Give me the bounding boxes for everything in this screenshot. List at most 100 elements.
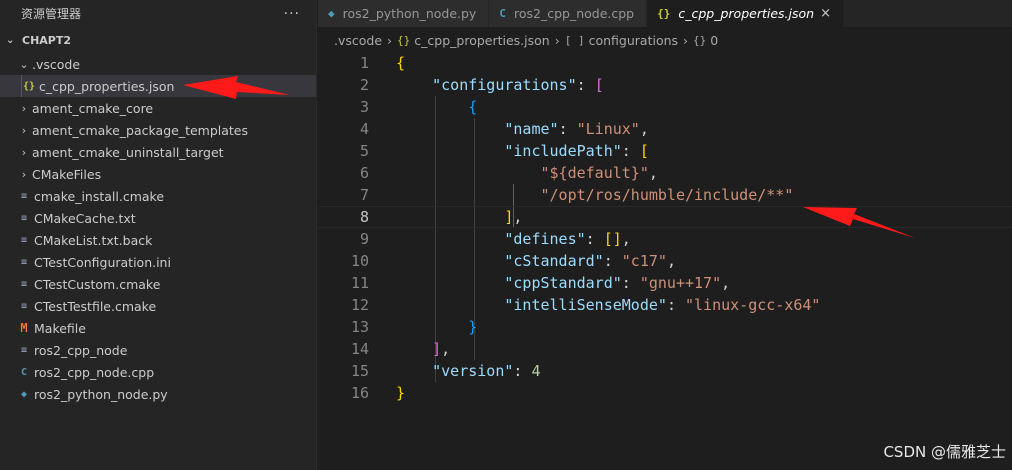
tree-item-label: CTestCustom.cmake <box>34 276 161 292</box>
code-text: "/opt/ros/humble/include/**" <box>396 184 794 206</box>
file-tree: ⌄ .vscode {} c_cpp_properties.json › ame… <box>0 53 316 405</box>
code-text: "${default}", <box>540 164 658 182</box>
object-icon: {} <box>693 33 707 47</box>
json-icon: {} <box>22 80 36 92</box>
line-number: 7 <box>359 186 369 204</box>
tree-file-cmake-install[interactable]: ≡ cmake_install.cmake <box>0 185 316 207</box>
text-file-icon: ≡ <box>20 256 28 268</box>
tree-file-cmakecache[interactable]: ≡ CMakeCache.txt <box>0 207 316 229</box>
code-line: 16} <box>318 382 1012 404</box>
code-line: 4 "name": "Linux", <box>318 118 1012 140</box>
workspace-section-header[interactable]: ⌄ CHAPT2 <box>0 27 316 53</box>
code-text: "cStandard": "c17", <box>504 252 676 270</box>
line-number: 15 <box>350 362 369 380</box>
json-key: "name" <box>504 120 559 138</box>
tab-c-cpp-properties[interactable]: {} c_cpp_properties.json × <box>647 0 844 27</box>
tree-folder-ament-cmake-core[interactable]: › ament_cmake_core <box>0 97 316 119</box>
tree-item-label: CTestTestfile.cmake <box>34 298 157 314</box>
line-number: 2 <box>359 76 369 94</box>
chevron-right-icon: › <box>21 167 27 181</box>
code-line: 2 "configurations": [ <box>318 74 1012 96</box>
workspace-name: CHAPT2 <box>22 33 72 47</box>
tree-item-label: CTestConfiguration.ini <box>34 254 171 270</box>
chevron-right-icon: › <box>21 101 27 115</box>
tree-item-label: ament_cmake_uninstall_target <box>32 144 224 160</box>
code-line: 14 ], <box>318 338 1012 360</box>
makefile-icon: M <box>20 321 28 335</box>
code-text: "cppStandard": "gnu++17", <box>504 274 731 292</box>
json-key: "configurations" <box>432 76 577 94</box>
code-line: 10 "cStandard": "c17", <box>318 250 1012 272</box>
chevron-right-icon: › <box>21 145 27 159</box>
json-value: "Linux" <box>576 120 640 138</box>
breadcrumb-index[interactable]: 0 <box>710 33 718 48</box>
tree-file-ctestconfiguration[interactable]: ≡ CTestConfiguration.ini <box>0 251 316 273</box>
code-line: 12 "intelliSenseMode": "linux-gcc-x64" <box>318 294 1012 316</box>
json-value: "linux-gcc-x64" <box>685 296 821 314</box>
chevron-down-icon: ⌄ <box>19 57 29 71</box>
json-key: "intelliSenseMode" <box>504 296 667 314</box>
tree-file-c-cpp-properties[interactable]: {} c_cpp_properties.json <box>0 75 316 97</box>
tree-file-ros2-cpp-node[interactable]: ≡ ros2_cpp_node <box>0 339 316 361</box>
tree-item-label: CMakeList.txt.back <box>34 232 153 248</box>
chevron-right-icon: › <box>387 32 393 48</box>
line-number: 4 <box>359 120 369 138</box>
array-icon: [ ] <box>564 33 585 47</box>
text-file-icon: ≡ <box>20 212 28 224</box>
code-text: "includePath": [ <box>504 142 649 160</box>
tree-folder-vscode[interactable]: ⌄ .vscode <box>0 53 316 75</box>
tree-folder-ament-cmake-uninstall-target[interactable]: › ament_cmake_uninstall_target <box>0 141 316 163</box>
json-key: "defines" <box>504 230 586 248</box>
tree-folder-ament-cmake-package-templates[interactable]: › ament_cmake_package_templates <box>0 119 316 141</box>
indent-guide <box>21 75 22 97</box>
chevron-right-icon: › <box>21 123 27 137</box>
breadcrumb-folder[interactable]: .vscode <box>334 33 382 48</box>
tab-label: c_cpp_properties.json <box>678 6 815 21</box>
code-text: { <box>396 54 406 72</box>
tab-label: ros2_python_node.py <box>342 6 477 21</box>
python-file-icon: ◆ <box>328 7 335 20</box>
text-file-icon: ≡ <box>20 190 28 202</box>
code-text: } <box>396 384 406 402</box>
tree-item-label: Makefile <box>34 320 86 336</box>
tree-file-cmakelist-back[interactable]: ≡ CMakeList.txt.back <box>0 229 316 251</box>
tree-item-label: c_cpp_properties.json <box>39 78 175 94</box>
code-line-current: 8 ], <box>318 206 1012 228</box>
line-number: 3 <box>359 98 369 116</box>
code-line: 1{ <box>318 52 1012 74</box>
json-key: "includePath" <box>504 142 622 160</box>
tree-file-ros2-cpp-node-cpp[interactable]: C ros2_cpp_node.cpp <box>0 361 316 383</box>
code-line: 3 { <box>318 96 1012 118</box>
close-icon[interactable]: × <box>820 6 831 21</box>
tree-item-label: ament_cmake_core <box>32 100 154 116</box>
code-line: 5 "includePath": [ <box>318 140 1012 162</box>
code-text: ], <box>504 208 523 226</box>
line-number: 8 <box>359 208 369 226</box>
tree-file-ctestcustom[interactable]: ≡ CTestCustom.cmake <box>0 273 316 295</box>
line-number: 9 <box>359 230 369 248</box>
tree-file-makefile[interactable]: M Makefile <box>0 317 316 339</box>
explorer-title: 资源管理器 <box>21 7 82 21</box>
code-text: "intelliSenseMode": "linux-gcc-x64" <box>504 296 821 314</box>
tree-file-ros2-python-node[interactable]: ◆ ros2_python_node.py <box>0 383 316 405</box>
chevron-down-icon: ⌄ <box>6 34 15 46</box>
tree-item-label: CMakeCache.txt <box>34 210 136 226</box>
tab-ros2-python-node[interactable]: ◆ ros2_python_node.py <box>318 0 490 27</box>
json-key: "version" <box>432 362 514 380</box>
explorer-header: 资源管理器 ··· <box>0 0 316 27</box>
line-number: 13 <box>350 318 369 336</box>
tree-file-ctesttestfile[interactable]: ≡ CTestTestfile.cmake <box>0 295 316 317</box>
code-text: "name": "Linux", <box>504 120 649 138</box>
editor-area: ◆ ros2_python_node.py C ros2_cpp_node.cp… <box>318 0 1012 470</box>
line-number: 12 <box>350 296 369 314</box>
tree-folder-cmakefiles[interactable]: › CMakeFiles <box>0 163 316 185</box>
tree-item-label: ros2_cpp_node <box>34 342 128 358</box>
tab-ros2-cpp-node[interactable]: C ros2_cpp_node.cpp <box>489 0 648 27</box>
breadcrumb-file[interactable]: c_cpp_properties.json <box>414 33 549 48</box>
json-key: "cStandard" <box>504 252 604 270</box>
code-editor[interactable]: 1{ 2 "configurations": [ 3 { 4 "name": "… <box>318 52 1012 404</box>
line-number: 6 <box>359 164 369 182</box>
code-line: 13 } <box>318 316 1012 338</box>
more-actions-icon[interactable]: ··· <box>284 6 300 22</box>
breadcrumb-configurations[interactable]: configurations <box>589 33 678 48</box>
